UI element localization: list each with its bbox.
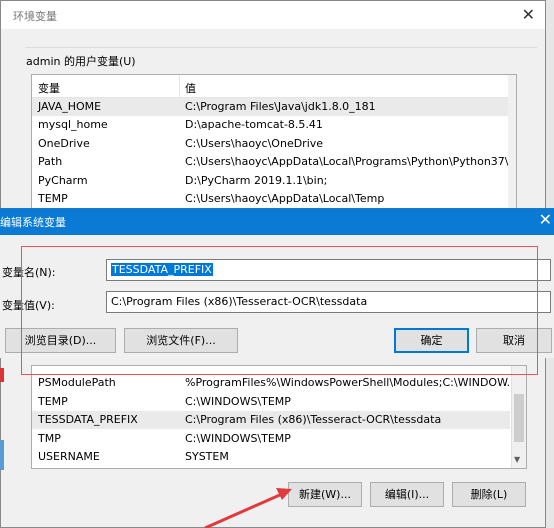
delete-variable-button[interactable]: 删除(L) xyxy=(452,482,526,507)
row-name: JAVA_HOME xyxy=(38,100,102,113)
row-name: TEMP xyxy=(38,192,68,205)
row-value: D:\PyCharm 2019.1.1\bin; xyxy=(185,174,328,187)
list-header: 变量 值 xyxy=(32,75,516,98)
close-icon[interactable]: ✕ xyxy=(539,210,552,229)
row-name: TMP xyxy=(38,432,61,445)
row-name: TESSDATA_PREFIX xyxy=(38,413,138,426)
edit-system-variable-dialog: 编辑系统变量 ✕ 变量名(N): TESSDATA_PREFIX 变量值(V):… xyxy=(0,208,554,375)
row-value: C:\Program Files\Java\jdk1.8.0_181 xyxy=(185,100,376,113)
row-name: USERNAME xyxy=(38,450,100,463)
table-row[interactable]: JAVA_HOME C:\Program Files\Java\jdk1.8.0… xyxy=(32,98,510,116)
table-row[interactable]: PyCharm D:\PyCharm 2019.1.1\bin; xyxy=(32,172,510,190)
edit-dialog-title-bar: 编辑系统变量 ✕ xyxy=(0,209,554,235)
user-list-scrollbar[interactable] xyxy=(508,75,516,213)
new-variable-button[interactable]: 新建(W)... xyxy=(288,482,362,507)
table-row[interactable]: OneDrive C:\Users\haoyc\OneDrive xyxy=(32,135,510,153)
background-window-edge xyxy=(0,440,4,470)
row-value: C:\Users\haoyc\AppData\Local\Programs\Py… xyxy=(185,155,517,168)
row-name: PSModulePath xyxy=(38,376,116,389)
row-name: TEMP xyxy=(38,395,68,408)
chevron-down-icon[interactable]: ▼ xyxy=(514,455,520,464)
table-row[interactable]: USERNAME SYSTEM xyxy=(32,448,510,466)
close-icon[interactable]: ✕ xyxy=(522,5,535,24)
row-value: %ProgramFiles%\WindowsPowerShell\Modules… xyxy=(185,376,518,389)
system-variables-list[interactable]: PSModulePath %ProgramFiles%\WindowsPower… xyxy=(31,365,527,469)
env-window-title: 环境变量 xyxy=(13,10,57,23)
column-header-value[interactable]: 值 xyxy=(185,80,196,96)
row-name: mysql_home xyxy=(38,118,108,131)
column-header-variable[interactable]: 变量 xyxy=(38,80,60,96)
background-window-edge xyxy=(0,368,4,382)
annotation-highlight-box xyxy=(21,246,538,375)
row-value: C:\Users\haoyc\OneDrive xyxy=(185,137,324,150)
row-value: D:\apache-tomcat-8.5.41 xyxy=(185,118,323,131)
user-group-divider xyxy=(25,47,537,48)
table-row[interactable]: PSModulePath %ProgramFiles%\WindowsPower… xyxy=(32,374,517,392)
row-name: PyCharm xyxy=(38,174,88,187)
table-row[interactable]: Path C:\Users\haoyc\AppData\Local\Progra… xyxy=(32,153,516,171)
user-variables-list[interactable]: 变量 值 JAVA_HOME C:\Program Files\Java\jdk… xyxy=(31,74,517,214)
scrollbar-thumb[interactable] xyxy=(514,394,524,442)
row-name: Path xyxy=(38,155,63,168)
table-row[interactable]: TEMP C:\WINDOWS\TEMP xyxy=(32,393,510,411)
table-row[interactable]: TMP C:\WINDOWS\TEMP xyxy=(32,430,510,448)
edit-variable-button[interactable]: 编辑(I)... xyxy=(370,482,444,507)
table-row[interactable]: TEMP C:\Users\haoyc\AppData\Local\Temp xyxy=(32,190,510,208)
table-row[interactable]: TESSDATA_PREFIX C:\Program Files (x86)\T… xyxy=(32,411,510,429)
edit-dialog-title: 编辑系统变量 xyxy=(0,216,66,229)
system-list-scrollbar[interactable]: ▼ xyxy=(511,366,526,468)
table-row[interactable]: mysql_home D:\apache-tomcat-8.5.41 xyxy=(32,116,510,134)
row-value: C:\Users\haoyc\AppData\Local\Temp xyxy=(185,192,385,205)
row-value: C:\WINDOWS\TEMP xyxy=(185,432,291,445)
env-title-bar: 环境变量 ✕ xyxy=(1,1,545,29)
row-value: SYSTEM xyxy=(185,450,229,463)
row-name: OneDrive xyxy=(38,137,90,150)
row-value: C:\WINDOWS\TEMP xyxy=(185,395,291,408)
row-value: C:\Program Files (x86)\Tesseract-OCR\tes… xyxy=(185,413,442,426)
user-variables-group-label: admin 的用户变量(U) xyxy=(26,55,136,68)
